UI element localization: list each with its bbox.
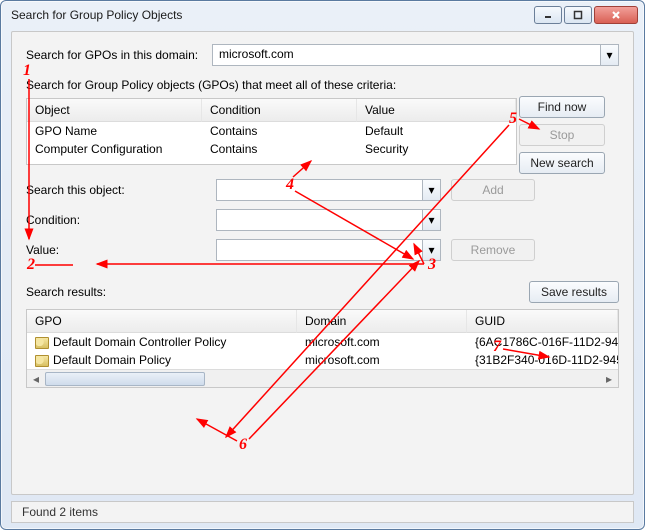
results-label: Search results: <box>26 285 106 299</box>
results-header: GPO Domain GUID <box>27 310 618 333</box>
domain-combo[interactable]: microsoft.com ▾ <box>212 44 619 66</box>
scroll-right-icon[interactable]: ▸ <box>600 370 618 388</box>
domain-combo-value: microsoft.com <box>212 44 619 66</box>
criteria-label: Search for Group Policy objects (GPOs) t… <box>26 78 517 92</box>
condition-label: Condition: <box>26 213 206 227</box>
save-results-button[interactable]: Save results <box>529 281 619 303</box>
criteria-header-row: Object Condition Value <box>27 99 516 122</box>
search-object-label: Search this object: <box>26 183 206 197</box>
criteria-col-value[interactable]: Value <box>357 99 516 122</box>
criteria-section: Search for Group Policy objects (GPOs) t… <box>26 78 619 165</box>
value-label: Value: <box>26 243 206 257</box>
criteria-cell-condition: Contains <box>202 122 357 140</box>
status-bar: Found 2 items <box>11 501 634 523</box>
condition-combo[interactable]: ▾ <box>216 209 441 231</box>
value-combo[interactable]: ▾ <box>216 239 441 261</box>
results-col-gpo[interactable]: GPO <box>27 310 297 333</box>
criteria-form: Search this object: ▾ Add Condition: ▾ V… <box>26 179 619 261</box>
stop-button: Stop <box>519 124 605 146</box>
value-value <box>216 239 441 261</box>
domain-label: Search for GPOs in this domain: <box>26 48 204 62</box>
remove-button: Remove <box>451 239 535 261</box>
horizontal-scrollbar[interactable]: ◂ ▸ <box>27 369 618 387</box>
criteria-table: Object Condition Value GPO Name Contains… <box>26 98 517 165</box>
results-cell-guid: {31B2F340-016D-11D2-945F <box>467 351 618 369</box>
results-col-domain[interactable]: Domain <box>297 310 467 333</box>
criteria-row[interactable]: GPO Name Contains Default <box>27 122 516 140</box>
scroll-left-icon[interactable]: ◂ <box>27 370 45 388</box>
results-cell-gpo: Default Domain Policy <box>27 351 297 369</box>
results-row[interactable]: Default Domain Policy microsoft.com {31B… <box>27 351 618 369</box>
chevron-down-icon: ▾ <box>422 210 440 230</box>
find-now-button[interactable]: Find now <box>519 96 605 118</box>
results-table: GPO Domain GUID Default Domain Controlle… <box>26 309 619 388</box>
results-col-guid[interactable]: GUID <box>467 310 618 333</box>
status-text: Found 2 items <box>22 505 98 519</box>
results-header-row: Search results: Save results <box>26 281 619 303</box>
results-cell-domain: microsoft.com <box>297 351 467 369</box>
gpo-icon <box>35 355 49 367</box>
criteria-cell-value: Security <box>357 140 516 158</box>
criteria-col-object[interactable]: Object <box>27 99 202 122</box>
chevron-down-icon: ▾ <box>422 240 440 260</box>
window-title: Search for Group Policy Objects <box>11 8 182 22</box>
criteria-row[interactable]: Computer Configuration Contains Security <box>27 140 516 158</box>
results-cell-domain: microsoft.com <box>297 333 467 351</box>
minimize-button[interactable] <box>534 6 562 24</box>
content-area: Search for GPOs in this domain: microsof… <box>11 31 634 495</box>
scroll-thumb[interactable] <box>45 372 205 386</box>
new-search-button[interactable]: New search <box>519 152 605 174</box>
title-bar: Search for Group Policy Objects <box>1 1 644 29</box>
search-object-value <box>216 179 441 201</box>
domain-row: Search for GPOs in this domain: microsof… <box>26 44 619 66</box>
window-controls <box>534 6 638 24</box>
add-button: Add <box>451 179 535 201</box>
criteria-cell-object: Computer Configuration <box>27 140 202 158</box>
results-cell-guid: {6AC1786C-016F-11D2-945F <box>467 333 618 351</box>
maximize-button[interactable] <box>564 6 592 24</box>
criteria-cell-condition: Contains <box>202 140 357 158</box>
condition-value <box>216 209 441 231</box>
side-buttons: Find now Stop New search <box>519 96 605 174</box>
criteria-cell-value: Default <box>357 122 516 140</box>
chevron-down-icon: ▾ <box>600 45 618 65</box>
chevron-down-icon: ▾ <box>422 180 440 200</box>
dialog-window: Search for Group Policy Objects Search f… <box>0 0 645 530</box>
search-object-combo[interactable]: ▾ <box>216 179 441 201</box>
results-cell-gpo: Default Domain Controller Policy <box>27 333 297 351</box>
results-row[interactable]: Default Domain Controller Policy microso… <box>27 333 618 351</box>
criteria-col-condition[interactable]: Condition <box>202 99 357 122</box>
close-button[interactable] <box>594 6 638 24</box>
criteria-cell-object: GPO Name <box>27 122 202 140</box>
gpo-icon <box>35 337 49 349</box>
